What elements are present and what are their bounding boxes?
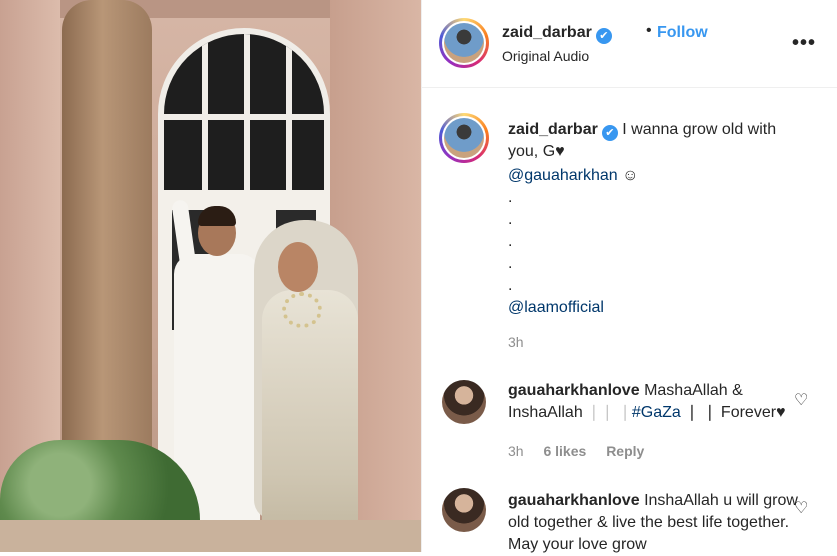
comment-likes[interactable]: 6 likes bbox=[543, 443, 586, 459]
post-viewer: zaid_darbar ✔ • Follow Original Audio •••… bbox=[0, 0, 837, 553]
comment-separators: ❘❘ ❘ bbox=[587, 404, 632, 421]
comment-timestamp[interactable]: 3h bbox=[508, 443, 524, 459]
photo-bride bbox=[248, 220, 368, 552]
comment-item: gauaharkhanlove InshaAllah u will grow o… bbox=[508, 490, 800, 556]
verified-badge-icon: ✔ bbox=[601, 125, 618, 141]
post-media[interactable] bbox=[0, 0, 421, 552]
mention-laamofficial[interactable]: @laamofficial bbox=[508, 297, 808, 319]
comment-username[interactable]: gauaharkhanlove bbox=[508, 492, 640, 509]
comment-item: gauaharkhanlove MashaAllah & InshaAllah … bbox=[508, 380, 800, 424]
header-separator: • bbox=[646, 22, 652, 39]
caption-author-avatar[interactable] bbox=[439, 113, 489, 163]
heart-outline-icon[interactable]: ♡ bbox=[794, 390, 808, 410]
post-caption: zaid_darbar ✔ I wanna grow old with you, … bbox=[508, 119, 808, 319]
photo-ground bbox=[0, 520, 421, 552]
comment-meta: 3h 6 likes Reply bbox=[508, 443, 660, 459]
comment-text-end: ❘ ❘ Forever♥ bbox=[685, 404, 786, 421]
caption-dot: . bbox=[508, 233, 513, 250]
author-username[interactable]: zaid_darbar bbox=[502, 24, 592, 41]
original-audio-link[interactable]: Original Audio bbox=[502, 48, 589, 64]
caption-timestamp[interactable]: 3h bbox=[508, 334, 524, 350]
hashtag-gaza[interactable]: #GaZa bbox=[632, 404, 681, 421]
more-options-icon[interactable]: ••• bbox=[792, 32, 816, 55]
reply-button[interactable]: Reply bbox=[606, 443, 644, 459]
comment-username[interactable]: gauaharkhanlove bbox=[508, 382, 640, 399]
commenter-avatar[interactable] bbox=[442, 380, 486, 424]
author-avatar[interactable] bbox=[439, 18, 489, 68]
heart-outline-icon[interactable]: ♡ bbox=[794, 498, 808, 518]
author-username-row[interactable]: zaid_darbar ✔ bbox=[502, 24, 612, 44]
caption-dot: . bbox=[508, 189, 513, 206]
post-sidebar: zaid_darbar ✔ • Follow Original Audio •••… bbox=[421, 0, 837, 553]
caption-dot: . bbox=[508, 211, 513, 228]
follow-button[interactable]: Follow bbox=[657, 24, 708, 42]
caption-emoji: ☺ bbox=[622, 167, 639, 184]
caption-dot: . bbox=[508, 277, 513, 294]
verified-badge-icon: ✔ bbox=[595, 28, 612, 44]
caption-dot: . bbox=[508, 255, 513, 272]
mention-gauaharkhan[interactable]: @gauaharkhan bbox=[508, 167, 618, 184]
photo-tree-trunk bbox=[62, 0, 152, 470]
commenter-avatar[interactable] bbox=[442, 488, 486, 532]
post-header: zaid_darbar ✔ • Follow Original Audio ••• bbox=[422, 0, 837, 88]
caption-username[interactable]: zaid_darbar bbox=[508, 121, 598, 138]
